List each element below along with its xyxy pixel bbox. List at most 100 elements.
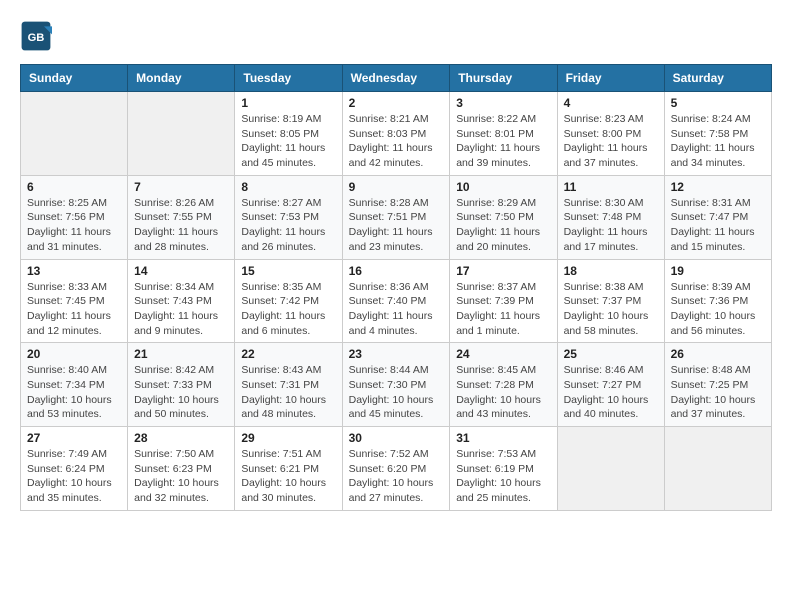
day-detail: Sunrise: 8:27 AM Sunset: 7:53 PM Dayligh… bbox=[241, 196, 335, 255]
day-detail: Sunrise: 8:46 AM Sunset: 7:27 PM Dayligh… bbox=[564, 363, 658, 422]
day-cell: 29 Sunrise: 7:51 AM Sunset: 6:21 PM Dayli… bbox=[235, 427, 342, 511]
day-cell: 10Sunrise: 8:29 AM Sunset: 7:50 PM Dayli… bbox=[450, 175, 557, 259]
day-detail: Sunrise: 8:44 AM Sunset: 7:30 PM Dayligh… bbox=[349, 363, 444, 422]
day-number: 13 bbox=[27, 264, 121, 278]
day-detail: Sunrise: 8:40 AM Sunset: 7:34 PM Dayligh… bbox=[27, 363, 121, 422]
day-cell: 26Sunrise: 8:48 AM Sunset: 7:25 PM Dayli… bbox=[664, 343, 771, 427]
day-number: 15 bbox=[241, 264, 335, 278]
day-number: 9 bbox=[349, 180, 444, 194]
day-cell bbox=[557, 427, 664, 511]
calendar-table: SundayMondayTuesdayWednesdayThursdayFrid… bbox=[20, 64, 772, 511]
header-saturday: Saturday bbox=[664, 65, 771, 92]
logo: GB bbox=[20, 20, 56, 52]
week-row-2: 6 Sunrise: 8:25 AM Sunset: 7:56 PM Daylig… bbox=[21, 175, 772, 259]
day-cell: 21 Sunrise: 8:42 AM Sunset: 7:33 PM Dayli… bbox=[128, 343, 235, 427]
day-number: 21 bbox=[134, 347, 228, 361]
day-detail: Sunrise: 7:49 AM Sunset: 6:24 PM Dayligh… bbox=[27, 447, 121, 506]
day-detail: Sunrise: 8:29 AM Sunset: 7:50 PM Dayligh… bbox=[456, 196, 550, 255]
day-number: 26 bbox=[671, 347, 765, 361]
day-cell: 6 Sunrise: 8:25 AM Sunset: 7:56 PM Daylig… bbox=[21, 175, 128, 259]
day-number: 12 bbox=[671, 180, 765, 194]
day-detail: Sunrise: 8:45 AM Sunset: 7:28 PM Dayligh… bbox=[456, 363, 550, 422]
day-detail: Sunrise: 8:38 AM Sunset: 7:37 PM Dayligh… bbox=[564, 280, 658, 339]
day-cell: 1Sunrise: 8:19 AM Sunset: 8:05 PM Daylig… bbox=[235, 92, 342, 176]
day-number: 31 bbox=[456, 431, 550, 445]
day-cell: 4 Sunrise: 8:23 AM Sunset: 8:00 PM Daylig… bbox=[557, 92, 664, 176]
day-detail: Sunrise: 8:24 AM Sunset: 7:58 PM Dayligh… bbox=[671, 112, 765, 171]
day-detail: Sunrise: 7:50 AM Sunset: 6:23 PM Dayligh… bbox=[134, 447, 228, 506]
day-cell: 15 Sunrise: 8:35 AM Sunset: 7:42 PM Dayli… bbox=[235, 259, 342, 343]
day-number: 8 bbox=[241, 180, 335, 194]
day-number: 18 bbox=[564, 264, 658, 278]
day-detail: Sunrise: 8:31 AM Sunset: 7:47 PM Dayligh… bbox=[671, 196, 765, 255]
day-cell: 11 Sunrise: 8:30 AM Sunset: 7:48 PM Dayli… bbox=[557, 175, 664, 259]
day-number: 3 bbox=[456, 96, 550, 110]
week-row-4: 20 Sunrise: 8:40 AM Sunset: 7:34 PM Dayli… bbox=[21, 343, 772, 427]
day-cell bbox=[21, 92, 128, 176]
day-cell: 25 Sunrise: 8:46 AM Sunset: 7:27 PM Dayli… bbox=[557, 343, 664, 427]
day-number: 7 bbox=[134, 180, 228, 194]
day-cell: 31 Sunrise: 7:53 AM Sunset: 6:19 PM Dayli… bbox=[450, 427, 557, 511]
day-number: 30 bbox=[349, 431, 444, 445]
day-detail: Sunrise: 8:37 AM Sunset: 7:39 PM Dayligh… bbox=[456, 280, 550, 339]
day-number: 4 bbox=[564, 96, 658, 110]
day-number: 29 bbox=[241, 431, 335, 445]
day-cell bbox=[664, 427, 771, 511]
day-detail: Sunrise: 8:23 AM Sunset: 8:00 PM Dayligh… bbox=[564, 112, 658, 171]
week-row-3: 13 Sunrise: 8:33 AM Sunset: 7:45 PM Dayli… bbox=[21, 259, 772, 343]
logo-icon: GB bbox=[20, 20, 52, 52]
day-cell: 16Sunrise: 8:36 AM Sunset: 7:40 PM Dayli… bbox=[342, 259, 450, 343]
day-detail: Sunrise: 8:34 AM Sunset: 7:43 PM Dayligh… bbox=[134, 280, 228, 339]
day-cell: 30 Sunrise: 7:52 AM Sunset: 6:20 PM Dayli… bbox=[342, 427, 450, 511]
day-number: 5 bbox=[671, 96, 765, 110]
day-number: 20 bbox=[27, 347, 121, 361]
day-detail: Sunrise: 8:21 AM Sunset: 8:03 PM Dayligh… bbox=[349, 112, 444, 171]
day-detail: Sunrise: 7:51 AM Sunset: 6:21 PM Dayligh… bbox=[241, 447, 335, 506]
day-number: 17 bbox=[456, 264, 550, 278]
day-detail: Sunrise: 8:28 AM Sunset: 7:51 PM Dayligh… bbox=[349, 196, 444, 255]
header-friday: Friday bbox=[557, 65, 664, 92]
day-detail: Sunrise: 8:39 AM Sunset: 7:36 PM Dayligh… bbox=[671, 280, 765, 339]
day-number: 28 bbox=[134, 431, 228, 445]
day-detail: Sunrise: 8:36 AM Sunset: 7:40 PM Dayligh… bbox=[349, 280, 444, 339]
day-number: 22 bbox=[241, 347, 335, 361]
day-cell: 2 Sunrise: 8:21 AM Sunset: 8:03 PM Daylig… bbox=[342, 92, 450, 176]
day-cell: 8 Sunrise: 8:27 AM Sunset: 7:53 PM Daylig… bbox=[235, 175, 342, 259]
day-number: 25 bbox=[564, 347, 658, 361]
day-cell: 23 Sunrise: 8:44 AM Sunset: 7:30 PM Dayli… bbox=[342, 343, 450, 427]
day-number: 14 bbox=[134, 264, 228, 278]
day-detail: Sunrise: 8:25 AM Sunset: 7:56 PM Dayligh… bbox=[27, 196, 121, 255]
day-detail: Sunrise: 8:33 AM Sunset: 7:45 PM Dayligh… bbox=[27, 280, 121, 339]
day-detail: Sunrise: 7:53 AM Sunset: 6:19 PM Dayligh… bbox=[456, 447, 550, 506]
day-cell: 5 Sunrise: 8:24 AM Sunset: 7:58 PM Daylig… bbox=[664, 92, 771, 176]
day-cell: 13 Sunrise: 8:33 AM Sunset: 7:45 PM Dayli… bbox=[21, 259, 128, 343]
day-cell: 7 Sunrise: 8:26 AM Sunset: 7:55 PM Daylig… bbox=[128, 175, 235, 259]
day-cell: 14 Sunrise: 8:34 AM Sunset: 7:43 PM Dayli… bbox=[128, 259, 235, 343]
day-cell bbox=[128, 92, 235, 176]
day-number: 6 bbox=[27, 180, 121, 194]
day-number: 11 bbox=[564, 180, 658, 194]
day-detail: Sunrise: 8:26 AM Sunset: 7:55 PM Dayligh… bbox=[134, 196, 228, 255]
header-wednesday: Wednesday bbox=[342, 65, 450, 92]
day-cell: 24Sunrise: 8:45 AM Sunset: 7:28 PM Dayli… bbox=[450, 343, 557, 427]
day-detail: Sunrise: 8:42 AM Sunset: 7:33 PM Dayligh… bbox=[134, 363, 228, 422]
day-detail: Sunrise: 8:35 AM Sunset: 7:42 PM Dayligh… bbox=[241, 280, 335, 339]
day-detail: Sunrise: 8:30 AM Sunset: 7:48 PM Dayligh… bbox=[564, 196, 658, 255]
day-cell: 19 Sunrise: 8:39 AM Sunset: 7:36 PM Dayli… bbox=[664, 259, 771, 343]
day-cell: 17 Sunrise: 8:37 AM Sunset: 7:39 PM Dayli… bbox=[450, 259, 557, 343]
day-cell: 12 Sunrise: 8:31 AM Sunset: 7:47 PM Dayli… bbox=[664, 175, 771, 259]
page-header: GB bbox=[20, 20, 772, 52]
day-cell: 3Sunrise: 8:22 AM Sunset: 8:01 PM Daylig… bbox=[450, 92, 557, 176]
header-monday: Monday bbox=[128, 65, 235, 92]
day-number: 2 bbox=[349, 96, 444, 110]
day-number: 1 bbox=[241, 96, 335, 110]
header-sunday: Sunday bbox=[21, 65, 128, 92]
week-row-1: 1Sunrise: 8:19 AM Sunset: 8:05 PM Daylig… bbox=[21, 92, 772, 176]
header-thursday: Thursday bbox=[450, 65, 557, 92]
day-number: 27 bbox=[27, 431, 121, 445]
day-cell: 9 Sunrise: 8:28 AM Sunset: 7:51 PM Daylig… bbox=[342, 175, 450, 259]
day-cell: 22Sunrise: 8:43 AM Sunset: 7:31 PM Dayli… bbox=[235, 343, 342, 427]
day-number: 23 bbox=[349, 347, 444, 361]
day-detail: Sunrise: 7:52 AM Sunset: 6:20 PM Dayligh… bbox=[349, 447, 444, 506]
day-number: 19 bbox=[671, 264, 765, 278]
